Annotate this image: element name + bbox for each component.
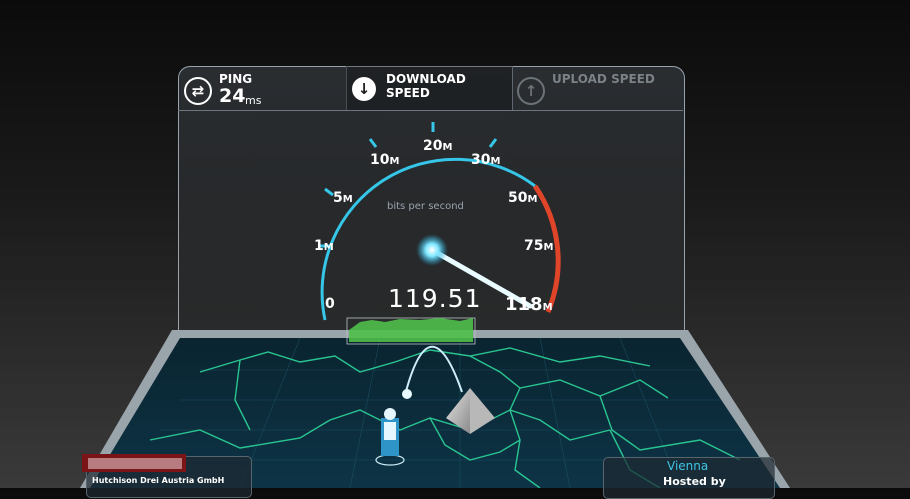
download-arrow-icon: ↓ bbox=[352, 77, 376, 101]
gauge-hub bbox=[416, 234, 448, 266]
ping-unit: ms bbox=[245, 94, 262, 107]
ping-arrows-icon: ⇄ bbox=[184, 77, 212, 105]
tick-label-0: 0 bbox=[325, 296, 335, 312]
tick-label-10m: 10M bbox=[370, 152, 400, 168]
server-city: Vienna bbox=[667, 459, 709, 473]
tick-label-5m: 5M bbox=[333, 190, 353, 206]
speed-history-line bbox=[349, 318, 473, 342]
test-tabs: ⇄ PING 24 ms ↓ DOWNLOAD SPEED ↑ UPLOAD S… bbox=[178, 66, 683, 111]
gauge-ticks bbox=[320, 122, 498, 248]
ping-value: 24 bbox=[219, 85, 246, 107]
server-hosted-by: Hosted by bbox=[663, 475, 726, 488]
tick-label-20m: 20M bbox=[423, 138, 453, 154]
upload-label: UPLOAD SPEED bbox=[552, 72, 655, 86]
gauge-units-caption: bits per second bbox=[387, 201, 464, 212]
redaction-fill bbox=[88, 458, 182, 469]
isp-name: Hutchison Drei Austria GmbH bbox=[92, 476, 225, 485]
connection-dot bbox=[402, 389, 412, 399]
ping-label: PING bbox=[219, 72, 253, 86]
tick-label-118m: 118M bbox=[505, 294, 553, 315]
tick-label-50m: 50M bbox=[508, 190, 538, 206]
current-speed-readout: 119.51 bbox=[388, 284, 482, 313]
tick-label-75m: 75M bbox=[524, 238, 554, 254]
upload-arrow-icon: ↑ bbox=[517, 77, 545, 105]
tab-ping[interactable]: ⇄ PING 24 ms bbox=[178, 66, 347, 110]
tab-download[interactable]: ↓ DOWNLOAD SPEED bbox=[346, 66, 513, 110]
download-label: DOWNLOAD SPEED bbox=[386, 72, 466, 100]
tab-upload[interactable]: ↑ UPLOAD SPEED bbox=[512, 66, 683, 110]
tick-label-1m: 1M bbox=[314, 238, 334, 254]
tick-label-30m: 30M bbox=[471, 152, 501, 168]
